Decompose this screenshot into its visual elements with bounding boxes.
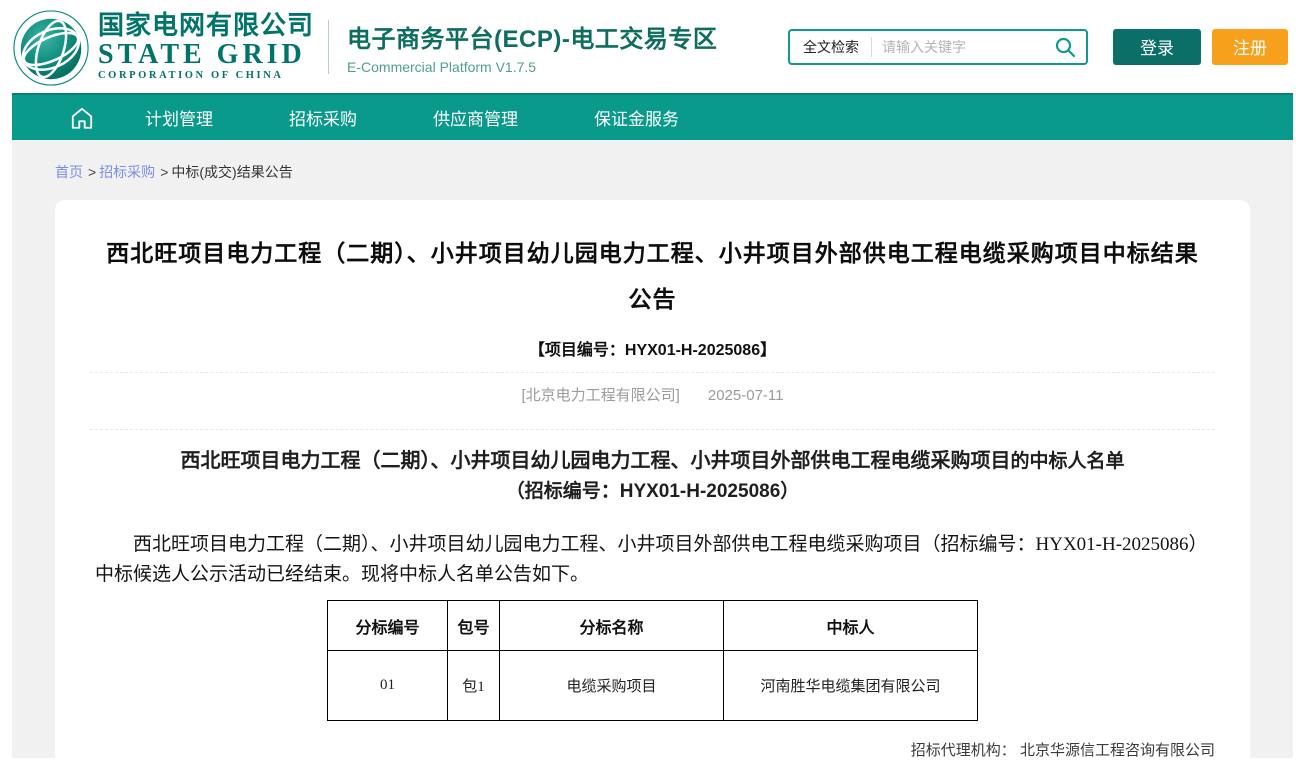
page: 国家电网有限公司 STATE GRID CORPORATION OF CHINA… [0, 0, 1313, 760]
footer-info: 招标代理机构： 北京华源信工程咨询有限公司 招标人： 北京电力工程有限公司 [911, 737, 1215, 760]
publish-meta: [北京电力工程有限公司] 2025-07-11 [55, 373, 1250, 417]
brand-text: 国家电网有限公司 STATE GRID CORPORATION OF CHINA [98, 12, 314, 82]
publisher: [北京电力工程有限公司] [522, 387, 680, 404]
publish-date: 2025-07-11 [708, 387, 784, 404]
table-cell: 河南胜华电缆集团有限公司 [724, 651, 978, 721]
search-scope-label: 全文检索 [790, 37, 859, 57]
company-name-en-sub: CORPORATION OF CHINA [98, 70, 314, 81]
table-row: 01包1电缆采购项目河南胜华电缆集团有限公司 [328, 651, 978, 721]
announcement-card: 西北旺项目电力工程（二期）、小井项目幼儿园电力工程、小井项目外部供电工程电缆采购… [55, 200, 1250, 760]
table-header-cell: 中标人 [724, 601, 978, 651]
nav-item-2[interactable]: 供应商管理 [433, 105, 518, 130]
search-divider [871, 37, 872, 57]
table-header-cell: 包号 [448, 601, 500, 651]
table-cell: 电缆采购项目 [500, 651, 724, 721]
nav-items: 计划管理 招标采购 供应商管理 保证金服务 [145, 105, 755, 130]
project-number: 【项目编号：HYX01-H-2025086】 [55, 336, 1250, 360]
platform-subtitle: E-Commercial Platform V1.7.5 [347, 59, 717, 75]
nav-item-1[interactable]: 招标采购 [289, 105, 357, 130]
breadcrumb: 首页>招标采购>中标(成交)结果公告 [55, 162, 1293, 182]
table-header-cell: 分标编号 [328, 601, 448, 651]
subtitle-project-names: 西北旺项目电力工程（二期）、小井项目幼儿园电力工程、小井项目外部供电工程电缆采购… [180, 450, 1010, 472]
breadcrumb-separator: > [160, 164, 168, 180]
content-area: 首页>招标采购>中标(成交)结果公告 西北旺项目电力工程（二期）、小井项目幼儿园… [12, 140, 1293, 758]
breadcrumb-link-1[interactable]: 招标采购 [99, 164, 155, 180]
nav-item-0[interactable]: 计划管理 [145, 105, 213, 130]
agency-line: 招标代理机构： 北京华源信工程咨询有限公司 [911, 737, 1215, 760]
search-input[interactable] [882, 39, 1054, 55]
breadcrumb-separator: > [88, 164, 96, 180]
register-button[interactable]: 注册 [1212, 29, 1288, 65]
company-name-en: STATE GRID [98, 40, 314, 69]
header-divider [328, 20, 329, 74]
breadcrumb-link-0[interactable]: 首页 [55, 164, 83, 180]
top-header: 国家电网有限公司 STATE GRID CORPORATION OF CHINA… [12, 0, 1293, 93]
company-name-cn: 国家电网有限公司 [98, 12, 314, 39]
dashed-divider [90, 429, 1215, 430]
winner-table: 分标编号包号分标名称中标人01包1电缆采购项目河南胜华电缆集团有限公司 [327, 600, 978, 721]
search-box: 全文检索 [788, 29, 1088, 65]
platform-block: 电子商务平台(ECP)-电工交易专区 E-Commercial Platform… [347, 19, 717, 75]
table-header-cell: 分标名称 [500, 601, 724, 651]
breadcrumb-current: 中标(成交)结果公告 [171, 164, 292, 180]
platform-title: 电子商务平台(ECP)-电工交易专区 [347, 19, 717, 54]
nav-item-3[interactable]: 保证金服务 [594, 105, 679, 130]
brand: 国家电网有限公司 STATE GRID CORPORATION OF CHINA [12, 7, 314, 87]
login-button[interactable]: 登录 [1113, 29, 1201, 65]
search-icon[interactable] [1054, 36, 1076, 58]
table-cell: 01 [328, 651, 448, 721]
announcement-body: 西北旺项目电力工程（二期）、小井项目幼儿园电力工程、小井项目外部供电工程电缆采购… [95, 530, 1215, 590]
table-cell: 包1 [448, 651, 500, 721]
state-grid-logo-globe-icon [12, 9, 90, 87]
winner-list-subtitle: 西北旺项目电力工程（二期）、小井项目幼儿园电力工程、小井项目外部供电工程电缆采购… [55, 447, 1250, 506]
agency-value: 北京华源信工程咨询有限公司 [1020, 742, 1215, 759]
subtitle-winner-label: 的中标人名单 [1010, 451, 1124, 472]
announcement-title: 西北旺项目电力工程（二期）、小井项目幼儿园电力工程、小井项目外部供电工程电缆采购… [99, 230, 1206, 322]
home-icon[interactable] [54, 105, 110, 131]
subtitle-bid-number: （招标编号：HYX01-H-2025086） [55, 477, 1250, 506]
main-nav: 计划管理 招标采购 供应商管理 保证金服务 [12, 93, 1293, 140]
agency-label: 招标代理机构： [911, 742, 1016, 759]
